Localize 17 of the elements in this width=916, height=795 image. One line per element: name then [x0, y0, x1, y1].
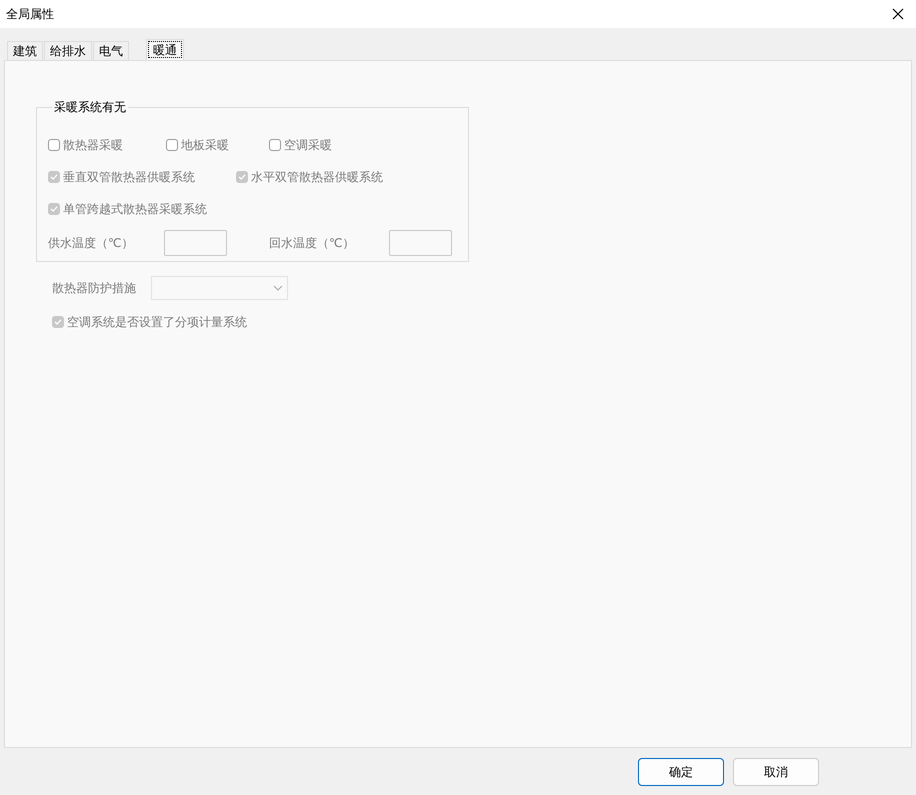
group-title: 采暖系统有无: [53, 99, 127, 116]
field-label: 回水温度（℃）: [269, 234, 356, 252]
tab[interactable]: 给排水: [44, 41, 92, 60]
check-icon: [50, 173, 58, 181]
check-icon: [54, 318, 62, 326]
field-label: 散热器防护措施: [52, 280, 136, 296]
tab[interactable]: 暖通: [146, 39, 184, 60]
chevron-icon: [273, 285, 283, 291]
check-icon: [50, 205, 58, 213]
field-label: 供水温度（℃）: [48, 234, 134, 252]
cancel-button[interactable]: 取消: [733, 758, 819, 786]
tab[interactable]: 电气: [93, 41, 129, 60]
tab[interactable]: 建筑: [7, 41, 43, 60]
window-title: 全局属性: [6, 6, 54, 22]
close-icon: [892, 8, 904, 20]
check-icon: [238, 173, 246, 181]
ok-button[interactable]: 确定: [638, 758, 724, 786]
